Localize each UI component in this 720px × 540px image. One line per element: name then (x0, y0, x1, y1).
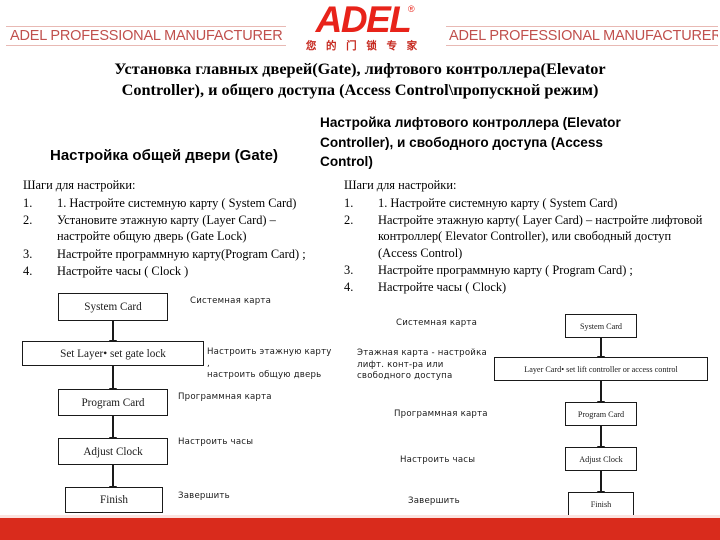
adel-logo: ADEL ® 您 的 门 锁 专 家 (288, 0, 438, 56)
list-item: 4. Настройте часы ( Clock ) (23, 263, 323, 279)
right-flow-annotation-4: Настроить часы (400, 455, 476, 465)
left-flow-arrow-1 (108, 321, 117, 348)
list-item-number: 4. (344, 280, 354, 295)
slide-canvas: ADEL PROFESSIONAL MANUFACTURER ADEL PROF… (0, 0, 720, 540)
right-flow-arrow-3 (596, 426, 605, 454)
left-steps-list: 1. 1. Настройте системную карту ( System … (23, 195, 323, 280)
left-flow-arrow-4 (108, 465, 117, 494)
list-item-number: 2. (23, 213, 33, 228)
right-flow-box-adjust-clock: Adjust Clock (565, 447, 637, 471)
left-flow-arrow-3 (108, 416, 117, 445)
left-flow-box-set-layer: Set Layer• set gate lock (22, 341, 204, 366)
list-item-number: 4. (23, 263, 33, 278)
right-column-heading: Настройка лифтового контроллера (Elevato… (320, 113, 704, 172)
list-item-number: 3. (23, 246, 33, 261)
list-item-number: 1. (23, 196, 33, 210)
list-item-text: Установите этажную карту (Layer Card) – … (57, 213, 276, 244)
registered-trademark-icon: ® (408, 4, 415, 14)
left-flow-arrow-2 (108, 366, 117, 396)
page-title: Установка главных дверей(Gate), лифтовог… (34, 58, 686, 100)
right-heading-line3: Control) (320, 154, 373, 169)
list-item-text: 1. Настройте системную карту ( System Ca… (378, 196, 618, 210)
left-flow-annotation-2-line2: настроить общую дверь (207, 370, 322, 381)
right-flow-annotation-1: Системная карта (396, 318, 478, 328)
list-item-number: 1. (344, 196, 354, 210)
page-title-line2: Controller), и общего доступа (Access Co… (121, 80, 599, 99)
list-item-text: Настройте часы ( Clock) (378, 280, 507, 295)
right-flow-arrow-2 (596, 381, 605, 409)
left-flow-annotation-3: Программная карта (178, 392, 272, 402)
list-item-text: Настройте программную карту(Program Card… (57, 246, 306, 261)
banner-left-text: ADEL PROFESSIONAL MANUFACTURER (6, 26, 286, 46)
left-steps-label: Шаги для настройки: (23, 178, 136, 192)
list-item: 3. Настройте программную карту ( Program … (344, 262, 704, 278)
list-item: 3. Настройте программную карту(Program Ca… (23, 246, 323, 262)
page-title-line1: Установка главных дверей(Gate), лифтовог… (114, 59, 606, 78)
left-flow-box-system-card: System Card (58, 293, 168, 321)
slide-header: ADEL PROFESSIONAL MANUFACTURER ADEL PROF… (0, 0, 720, 58)
list-item-text: Настройте программную карту ( Program Ca… (378, 262, 633, 277)
right-heading-line2: Controller), и свободного доступа (Acces… (320, 134, 603, 150)
list-item-number: 3. (344, 262, 354, 277)
list-item: 4. Настройте часы ( Clock) (344, 279, 704, 295)
right-heading-line1: Настройка лифтового контроллера (Elevato… (320, 115, 621, 130)
left-column-heading: Настройка общей двери (Gate) (49, 147, 279, 164)
right-flow-annotation-5: Завершить (408, 496, 460, 506)
left-flow-annotation-2: Настроить этажную карту , настроить общу… (207, 347, 337, 382)
footer-bar (0, 518, 720, 540)
right-flow-annotation-2: Этажная карта - настройка лифт. конт-ра … (357, 348, 497, 383)
right-steps-list: 1. 1. Настройте системную карту ( System … (344, 195, 704, 296)
right-flow-arrow-1 (596, 338, 605, 364)
left-flow-box-program-card: Program Card (58, 389, 168, 416)
left-flow-box-adjust-clock: Adjust Clock (58, 438, 168, 465)
left-flow-annotation-1: Системная карта (190, 296, 272, 306)
right-flow-annotation-2-line2: лифт. конт-ра или (357, 359, 444, 370)
right-flow-box-program-card: Program Card (565, 402, 637, 426)
left-flow-annotation-4: Настроить часы (178, 437, 254, 447)
list-item: 2. Установите этажную карту (Layer Card) … (23, 212, 323, 244)
list-item-text: Настройте этажную карту( Layer Card) – н… (378, 213, 703, 260)
banner-right-text: ADEL PROFESSIONAL MANUFACTURER (446, 26, 718, 46)
list-item: 2. Настройте этажную карту( Layer Card) –… (344, 212, 704, 261)
right-flow-box-layer-card: Layer Card• set lift controller or acces… (494, 357, 708, 381)
left-flow-annotation-2-line1: Настроить этажную карту , (207, 347, 332, 369)
right-flow-annotation-3: Программная карта (394, 409, 488, 419)
list-item-number: 2. (344, 213, 354, 228)
list-item: 1. 1. Настройте системную карту ( System … (23, 195, 323, 211)
left-flow-box-finish: Finish (65, 487, 163, 513)
right-flow-box-system-card: System Card (565, 314, 637, 338)
right-steps-label: Шаги для настройки: (344, 178, 457, 192)
right-flow-annotation-2-line3: свободного доступа (357, 371, 453, 382)
list-item-text: Настройте часы ( Clock ) (57, 263, 189, 278)
logo-tagline-chinese: 您 的 门 锁 专 家 (305, 40, 421, 52)
right-flow-box-finish: Finish (568, 492, 634, 516)
left-flow-annotation-5: Завершить (178, 491, 230, 501)
right-flow-arrow-4 (596, 471, 605, 499)
logo-wordmark: ADEL (315, 0, 412, 40)
list-item-text: 1. Настройте системную карту ( System Ca… (57, 196, 297, 210)
list-item: 1. 1. Настройте системную карту ( System … (344, 195, 704, 211)
right-flow-annotation-2-line1: Этажная карта - настройка (357, 348, 487, 358)
